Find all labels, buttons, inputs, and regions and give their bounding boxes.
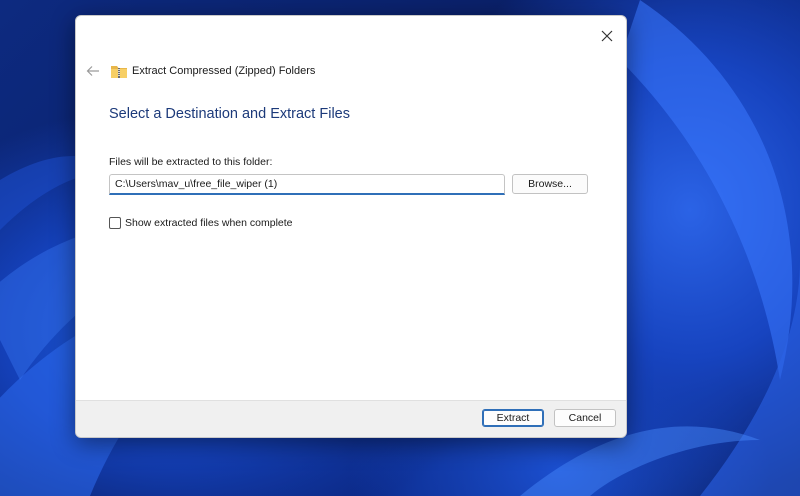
close-icon (601, 30, 613, 42)
wizard-title: Extract Compressed (Zipped) Folders (132, 65, 316, 77)
show-files-label[interactable]: Show extracted files when complete (125, 217, 293, 229)
dialog-footer: Extract Cancel (76, 400, 626, 437)
wizard-nav: Extract Compressed (Zipped) Folders (82, 60, 315, 82)
back-arrow-icon (86, 66, 99, 76)
show-files-checkbox[interactable] (109, 217, 121, 229)
close-button[interactable] (592, 22, 622, 50)
cancel-button[interactable]: Cancel (554, 409, 616, 427)
page-heading: Select a Destination and Extract Files (109, 106, 350, 122)
zipped-folder-icon (111, 66, 127, 78)
extract-dialog: Extract Compressed (Zipped) Folders Sele… (75, 15, 627, 438)
browse-button[interactable]: Browse... (512, 174, 588, 194)
back-button[interactable] (82, 60, 104, 82)
destination-path-input[interactable] (109, 174, 505, 195)
extract-button[interactable]: Extract (482, 409, 544, 427)
destination-label: Files will be extracted to this folder: (109, 156, 273, 168)
show-files-option[interactable]: Show extracted files when complete (109, 217, 293, 229)
